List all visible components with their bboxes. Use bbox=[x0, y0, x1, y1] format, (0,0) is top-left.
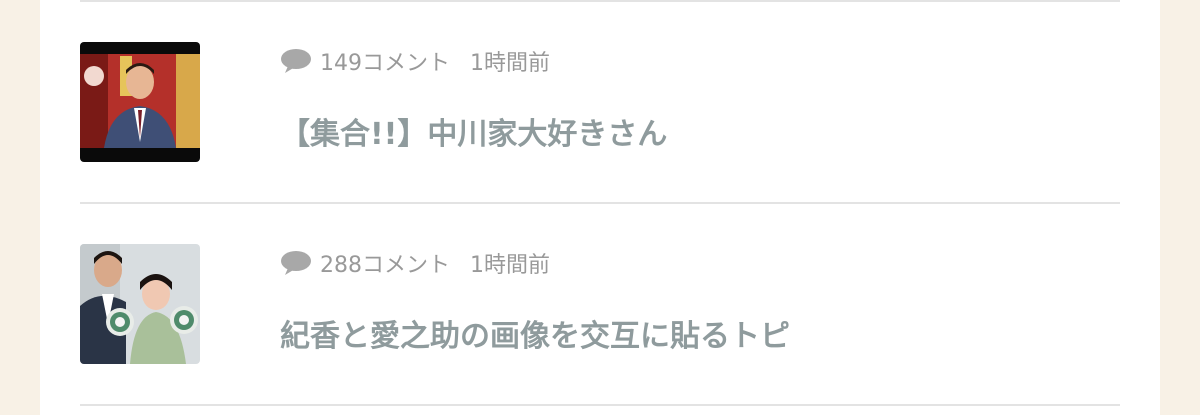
topic-meta: 288コメント 1時間前 bbox=[280, 247, 550, 279]
topic-item[interactable]: 288コメント 1時間前 紀香と愛之助の画像を交互に貼るトピ bbox=[80, 204, 1120, 404]
topic-title[interactable]: 紀香と愛之助の画像を交互に貼るトピ bbox=[280, 311, 790, 355]
comment-bubble-icon bbox=[281, 49, 311, 73]
topic-list: 149コメント 1時間前 【集合!!】中川家大好きさん 288コメント 1時間前… bbox=[40, 0, 1160, 415]
topic-meta: 149コメント 1時間前 bbox=[280, 45, 550, 77]
tv-studio-photo bbox=[80, 42, 200, 162]
comment-bubble-icon bbox=[281, 251, 311, 275]
posted-time: 1時間前 bbox=[470, 51, 550, 76]
topic-thumbnail[interactable] bbox=[80, 42, 200, 162]
topic-item[interactable]: 149コメント 1時間前 【集合!!】中川家大好きさん bbox=[80, 2, 1120, 202]
posted-time: 1時間前 bbox=[470, 253, 550, 278]
comment-count: 288コメント bbox=[320, 253, 450, 278]
topic-title[interactable]: 【集合!!】中川家大好きさん bbox=[280, 109, 667, 153]
comment-count: 149コメント bbox=[320, 51, 450, 76]
divider bbox=[80, 404, 1120, 406]
topic-thumbnail[interactable] bbox=[80, 244, 200, 364]
couple-photo bbox=[80, 244, 200, 364]
